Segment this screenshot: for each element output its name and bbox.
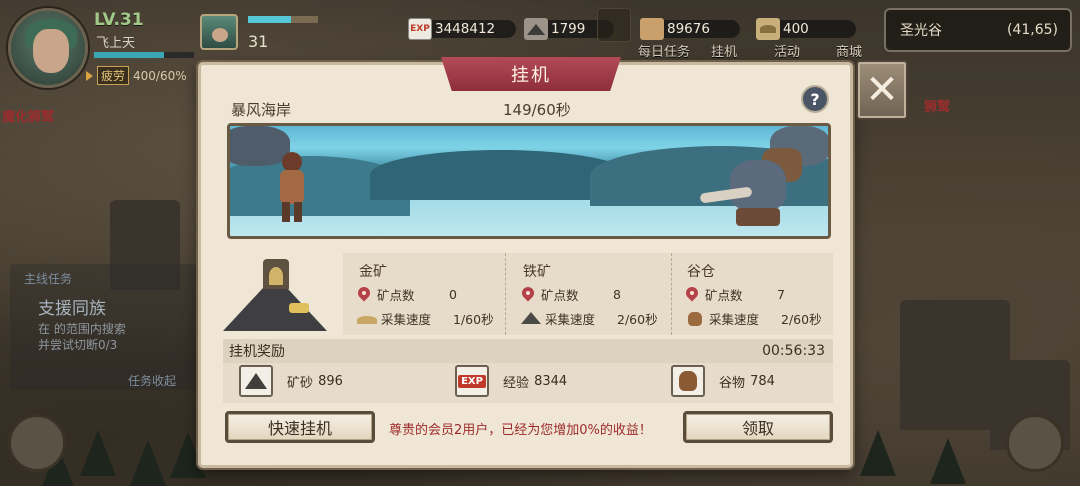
resource-value: 400 <box>783 21 809 37</box>
exp-icon: EXP <box>455 365 489 397</box>
player-level: LV.31 <box>94 10 144 30</box>
resource-grain: 89676 <box>640 18 740 40</box>
rate-value: 1/60秒 <box>453 312 494 327</box>
resource-exp: EXP 3448412 <box>408 18 516 40</box>
granary-column: 谷仓 矿点数 7 采集速度 2/60秒 <box>679 253 839 335</box>
rate-label: 采集速度 <box>545 312 596 327</box>
quick-idle-button[interactable]: 快速挂机 <box>225 411 375 443</box>
count-value: 0 <box>449 287 457 302</box>
idle-dialog: 挂机 暴风海岸 149/60秒 ? 金矿 矿点数 0 采集速度 1/60秒 铁矿… <box>198 57 853 468</box>
pet-level: 31 <box>248 32 269 51</box>
home-icon[interactable] <box>1006 414 1064 472</box>
dialog-title: 挂机 <box>441 57 621 91</box>
map-pin-icon <box>521 287 535 303</box>
reward-grain[interactable]: 谷物 784 <box>671 363 775 399</box>
rate-value: 2/60秒 <box>781 312 822 327</box>
quest-desc-2: 并尝试切断0/3 <box>38 338 118 352</box>
gold-mine-column: 金矿 矿点数 0 采集速度 1/60秒 <box>351 253 511 335</box>
player-name: 飞上天 <box>96 36 136 51</box>
resource-value: 1799 <box>551 21 586 37</box>
iron-mine-column: 铁矿 矿点数 8 采集速度 2/60秒 <box>515 253 675 335</box>
stage-name: 暴风海岸 <box>231 101 292 119</box>
gold-ore-icon <box>357 312 377 326</box>
battle-scene <box>227 123 831 239</box>
quest-header: 主线任务 <box>24 272 73 286</box>
location-name: 圣光谷 <box>900 23 942 39</box>
player-avatar[interactable] <box>8 8 88 88</box>
menu-shop[interactable]: 商城 <box>836 41 862 60</box>
reward-label: 经验 <box>503 375 530 391</box>
quest-collapse-button[interactable]: 任务收起 <box>128 372 176 389</box>
reward-value: 784 <box>750 373 775 389</box>
stone-icon <box>756 18 780 40</box>
menu-slot-1[interactable] <box>597 8 631 42</box>
player-exp-bar <box>94 52 194 58</box>
map-pin-icon <box>685 287 699 303</box>
column-title: 金矿 <box>359 264 387 280</box>
rate-label: 采集速度 <box>381 312 432 327</box>
count-value: 8 <box>613 287 621 302</box>
fatigue-indicator[interactable]: 疲劳 400/60% <box>86 66 187 85</box>
quest-tracker[interactable]: 主线任务 支援同族 在 的范围内搜索 并尝试切断0/3 任务收起 <box>10 264 196 390</box>
count-label: 矿点数 <box>541 288 579 303</box>
enemy-tag-left[interactable]: 魔化狮鹫 <box>2 106 54 125</box>
rate-value: 2/60秒 <box>617 312 658 327</box>
vip-bonus-note: 尊贵的会员2用户，已经为您增加0%的收益！ <box>389 423 652 438</box>
stage-progress: 149/60秒 <box>503 101 571 119</box>
ore-icon <box>239 365 273 397</box>
grain-sack-icon <box>640 18 664 40</box>
avatar-face <box>33 29 69 73</box>
map-pin-icon <box>357 287 371 303</box>
close-icon[interactable]: ✕ <box>856 60 908 120</box>
mine-illustration <box>223 253 329 331</box>
location-box[interactable]: 圣光谷 (41,65) <box>884 8 1072 52</box>
fatigue-label: 疲劳 <box>97 66 130 85</box>
play-arrow-icon <box>86 70 93 81</box>
resource-value: 3448412 <box>435 21 496 37</box>
column-title: 谷仓 <box>687 264 715 280</box>
enemy-tag-right[interactable]: 狮鹫 <box>924 96 950 115</box>
location-coords: (41,65) <box>1006 22 1058 38</box>
quest-title: 支援同族 <box>38 299 106 319</box>
reward-timer: 00:56:33 <box>762 343 825 359</box>
count-label: 矿点数 <box>705 288 743 303</box>
reward-label: 谷物 <box>719 375 746 391</box>
column-title: 铁矿 <box>523 264 551 280</box>
ore-icon <box>524 18 548 40</box>
resource-value: 89676 <box>667 21 710 37</box>
menu-idle[interactable]: 挂机 <box>711 41 737 60</box>
iron-ore-icon <box>521 311 541 326</box>
menu-daily-tasks[interactable]: 每日任务 <box>638 41 690 60</box>
reward-exp[interactable]: EXP 经验 8344 <box>455 363 567 399</box>
quest-desc-1: 在 的范围内搜索 <box>38 322 126 336</box>
hero-character <box>270 146 314 222</box>
enemy-monster <box>699 140 810 230</box>
reward-value: 896 <box>318 373 343 389</box>
grain-icon <box>685 311 705 326</box>
reward-label: 矿砂 <box>287 375 314 391</box>
grain-sack-icon <box>671 365 705 397</box>
help-icon[interactable]: ? <box>801 85 829 113</box>
reward-header: 挂机奖励 00:56:33 <box>223 339 833 363</box>
pet-corner-icon[interactable] <box>8 414 66 472</box>
menu-events[interactable]: 活动 <box>774 41 800 60</box>
fatigue-value: 400/60% <box>133 68 187 83</box>
count-label: 矿点数 <box>377 288 415 303</box>
rate-label: 采集速度 <box>709 312 760 327</box>
pet-hp-bar <box>248 16 318 23</box>
reward-ore[interactable]: 矿砂 896 <box>239 363 343 399</box>
count-value: 7 <box>777 287 785 302</box>
claim-button[interactable]: 领取 <box>683 411 833 443</box>
reward-title: 挂机奖励 <box>229 344 285 360</box>
resource-stone: 400 <box>756 18 856 40</box>
exp-icon: EXP <box>408 18 432 40</box>
pet-portrait[interactable] <box>200 14 238 50</box>
reward-value: 8344 <box>534 373 568 389</box>
